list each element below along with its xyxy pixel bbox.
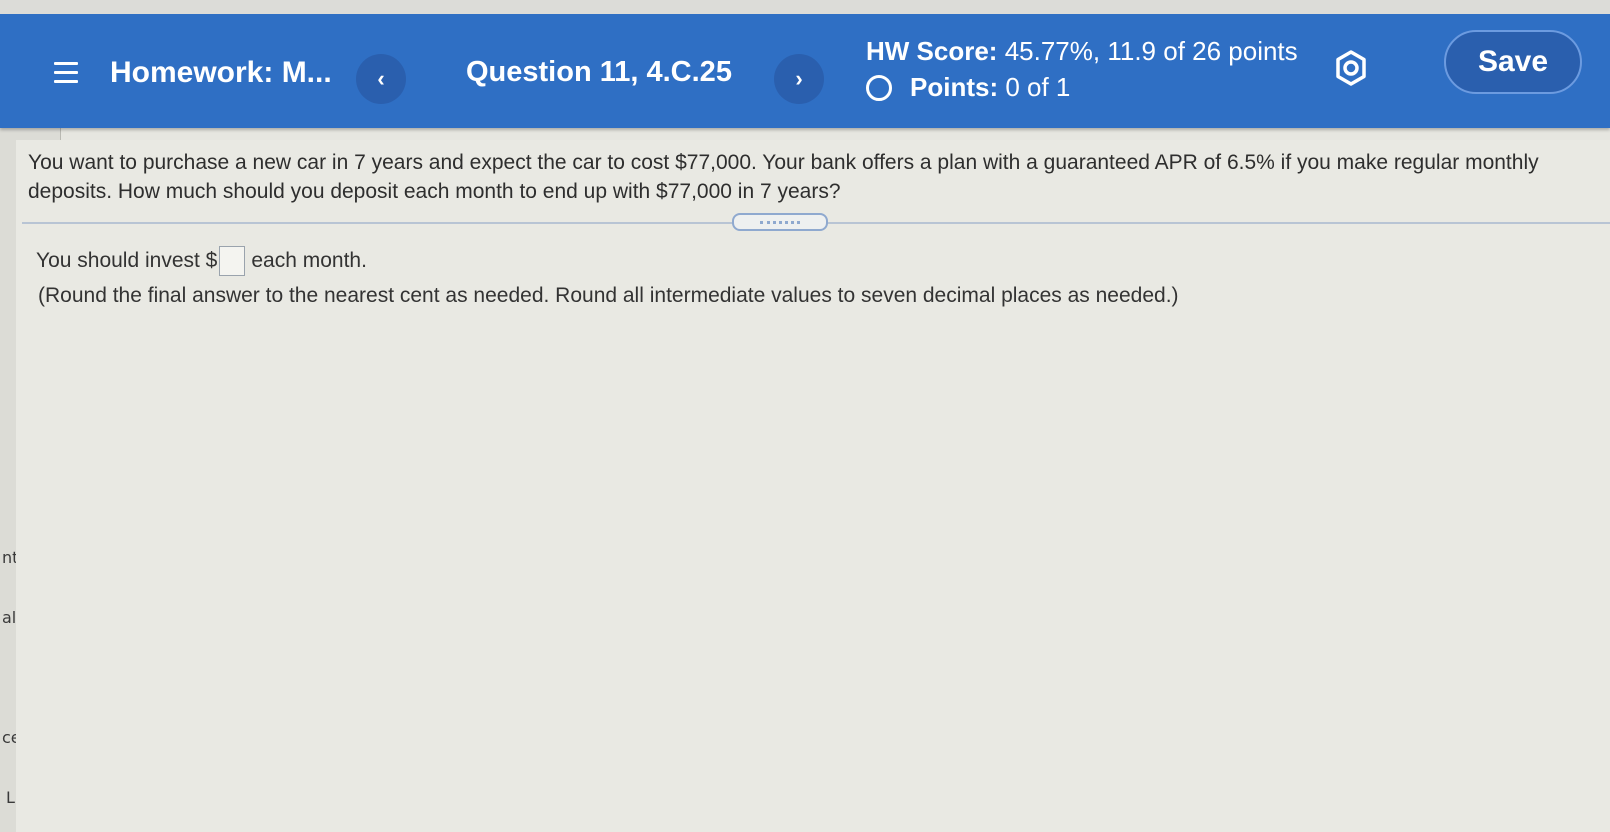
divider-drag-handle[interactable] bbox=[732, 213, 828, 231]
gear-icon[interactable] bbox=[1333, 50, 1369, 86]
points-value: 0 of 1 bbox=[1005, 72, 1071, 102]
status-circle-icon bbox=[866, 74, 892, 101]
points-label: Points: bbox=[910, 72, 999, 102]
menu-icon[interactable] bbox=[54, 62, 78, 84]
save-button[interactable]: Save bbox=[1444, 30, 1582, 94]
answer-suffix: each month. bbox=[251, 249, 367, 272]
question-text: You want to purchase a new car in 7 year… bbox=[28, 151, 1539, 203]
points-status: Points: 0 of 1 bbox=[866, 72, 1070, 103]
hw-score-value: 45.77%, 11.9 of 26 points bbox=[1004, 36, 1298, 66]
top-strip bbox=[0, 0, 1610, 14]
chevron-right-icon: › bbox=[795, 66, 803, 91]
hw-score: HW Score: 45.77%, 11.9 of 26 points bbox=[866, 36, 1298, 67]
top-bar: Homework: M... ‹ Question 11, 4.C.25 › H… bbox=[0, 0, 1610, 128]
rounding-note: (Round the final answer to the nearest c… bbox=[38, 284, 1179, 307]
chevron-left-icon: ‹ bbox=[377, 66, 385, 91]
sidebar-item-personal[interactable]: al bbox=[2, 608, 16, 627]
next-question-button[interactable]: › bbox=[774, 54, 824, 104]
homework-title[interactable]: Homework: M... bbox=[110, 56, 332, 90]
previous-question-button[interactable]: ‹ bbox=[356, 54, 406, 104]
answer-prefix: You should invest $ bbox=[36, 249, 218, 272]
answer-input[interactable] bbox=[219, 246, 246, 276]
question-label: Question 11, 4.C.25 bbox=[466, 56, 732, 88]
answer-line: You should invest $ each month. bbox=[36, 246, 367, 276]
question-panel: You want to purchase a new car in 7 year… bbox=[16, 140, 1610, 832]
hw-score-label: HW Score: bbox=[866, 36, 998, 66]
